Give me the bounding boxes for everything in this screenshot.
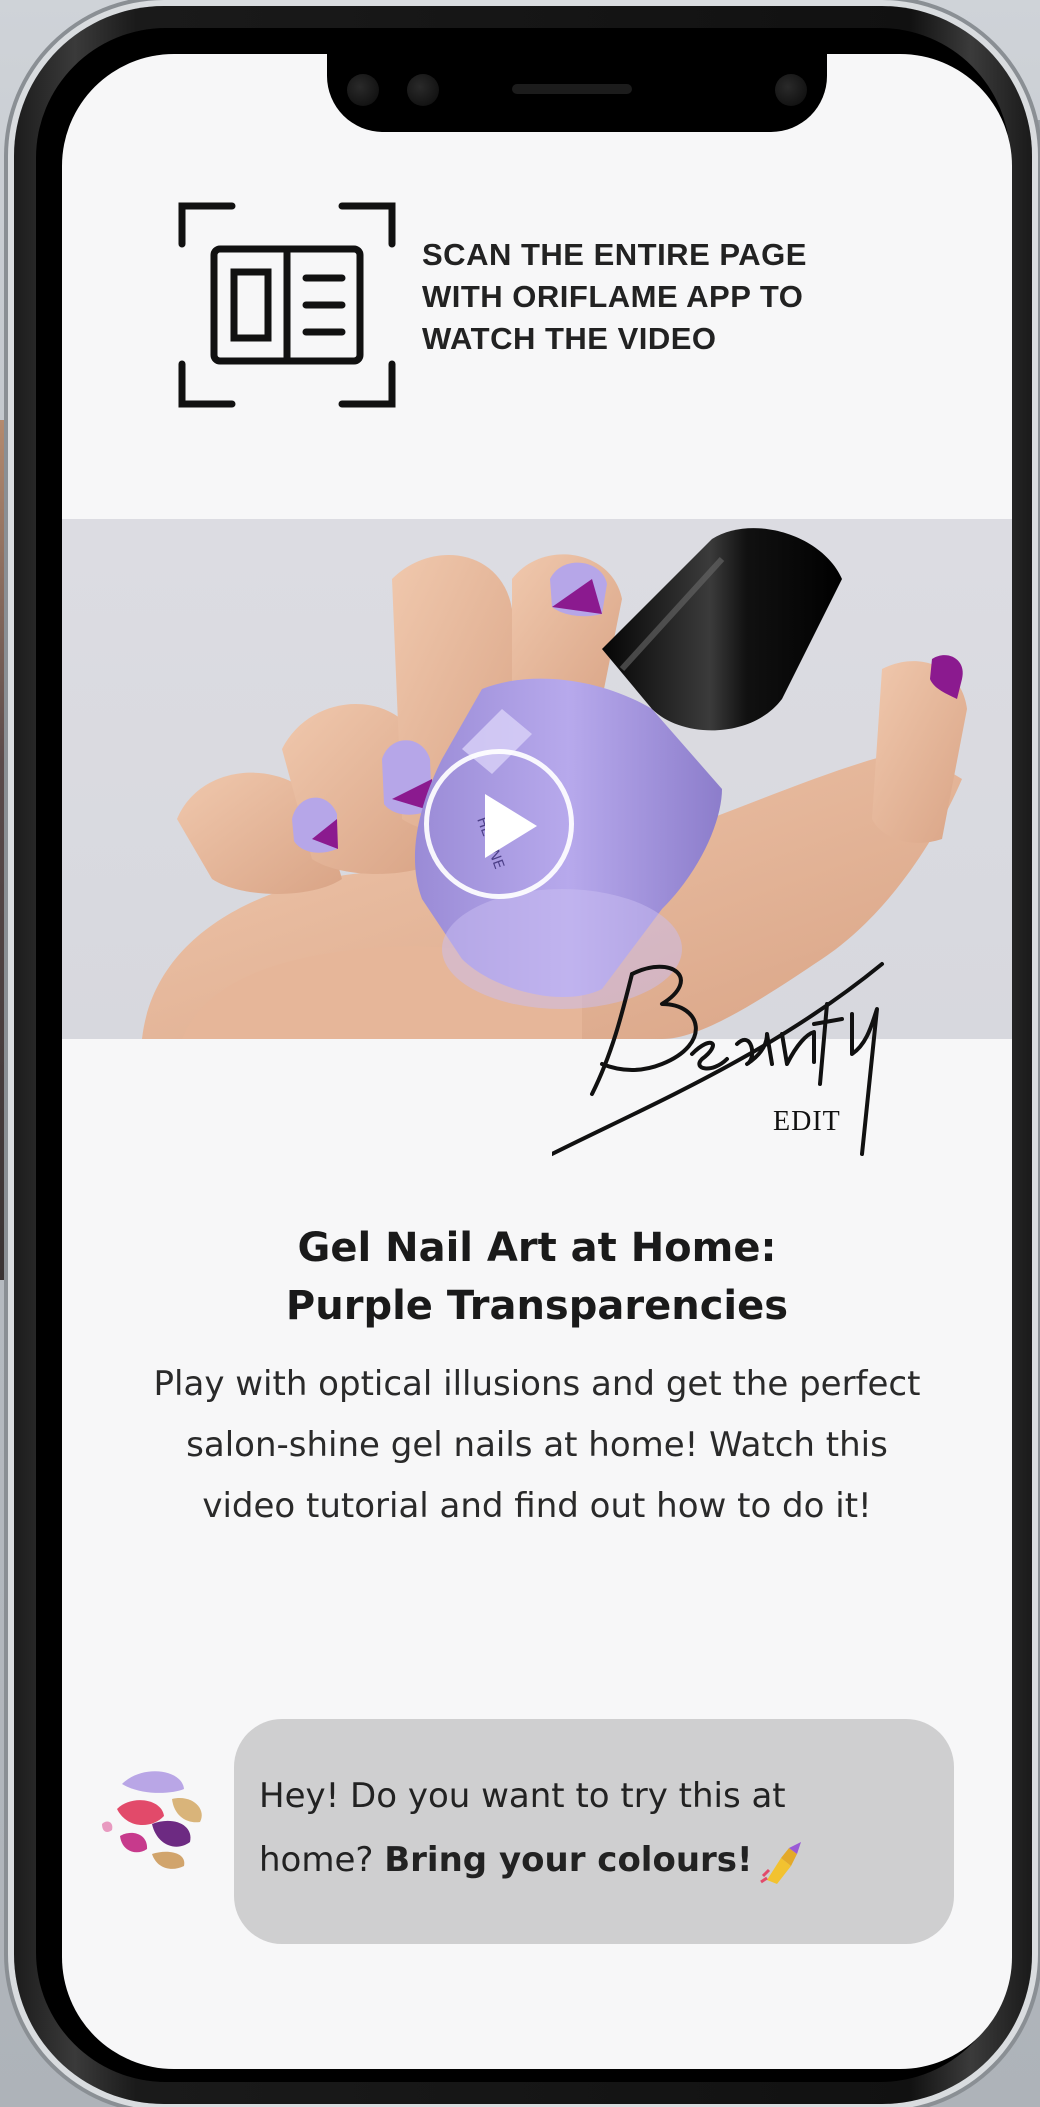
- description-line-3: video tutorial and find out how to do it…: [202, 1486, 872, 1526]
- phone-notch: [327, 54, 827, 132]
- chat-line-2: home? Bring your colours!: [259, 1828, 939, 1892]
- beauty-edit-logo: [552, 962, 884, 1156]
- chat-line-1: Hey! Do you want to try this at: [259, 1776, 786, 1816]
- phone-screen: SCAN THE ENTIRE PAGE WITH ORIFLAME APP T…: [62, 54, 1012, 2069]
- front-camera-icon: [775, 74, 807, 106]
- article-title: Gel Nail Art at Home: Purple Transparenc…: [62, 1219, 1012, 1335]
- scan-banner: SCAN THE ENTIRE PAGE WITH ORIFLAME APP T…: [172, 194, 822, 434]
- nail-polish-icon: [759, 1841, 801, 1884]
- scan-line-3: WATCH THE VIDEO: [422, 321, 717, 356]
- article-description: Play with optical illusions and get the …: [102, 1354, 972, 1537]
- camera-icon: [347, 74, 379, 106]
- description-line-1: Play with optical illusions and get the …: [153, 1364, 921, 1404]
- play-icon: [485, 794, 537, 858]
- title-line-1: Gel Nail Art at Home:: [297, 1225, 777, 1271]
- scan-page-icon: [178, 202, 396, 408]
- avatar: [92, 1754, 216, 1878]
- chat-message: Hey! Do you want to try this at home? Br…: [259, 1764, 939, 1892]
- scan-line-2: WITH ORIFLAME APP TO: [422, 279, 804, 314]
- beauty-edit-subtext: EDIT: [773, 1106, 841, 1137]
- speaker-grille: [512, 84, 632, 94]
- sensor-icon: [407, 74, 439, 106]
- chat-cta: Bring your colours!: [384, 1840, 753, 1880]
- title-line-2: Purple Transparencies: [285, 1283, 789, 1329]
- chat-prefix: home?: [259, 1840, 374, 1880]
- play-button[interactable]: [424, 749, 574, 899]
- description-line-2: salon-shine gel nails at home! Watch thi…: [186, 1425, 888, 1465]
- scan-instruction-text: SCAN THE ENTIRE PAGE WITH ORIFLAME APP T…: [422, 234, 842, 360]
- scan-line-1: SCAN THE ENTIRE PAGE: [422, 237, 807, 272]
- chat-bubble[interactable]: Hey! Do you want to try this at home? Br…: [234, 1719, 954, 1944]
